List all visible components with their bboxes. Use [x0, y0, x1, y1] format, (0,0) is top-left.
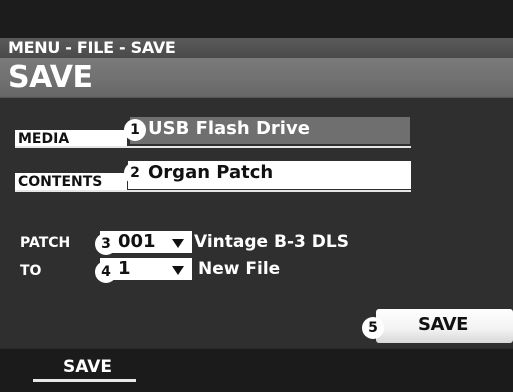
patch-name: Vintage B-3 DLS	[194, 232, 349, 252]
breadcrumb: MENU - FILE - SAVE	[0, 38, 513, 58]
title-bar: SAVE	[0, 58, 513, 98]
callout-3-badge: 3	[95, 233, 117, 255]
dropdown-arrow-icon	[172, 239, 184, 248]
callout-5-badge: 5	[362, 317, 384, 339]
contents-label: CONTENTS	[15, 173, 127, 191]
callout-2-badge: 2	[124, 162, 146, 184]
dropdown-arrow-icon	[172, 266, 184, 275]
patch-label: PATCH	[20, 235, 71, 251]
patch-number: 001	[118, 231, 156, 252]
save-button-label: SAVE	[418, 314, 468, 335]
contents-underline	[15, 190, 411, 192]
media-underline	[15, 146, 411, 148]
media-value: USB Flash Drive	[148, 118, 310, 139]
to-label: TO	[20, 263, 42, 279]
to-name: New File	[198, 259, 281, 279]
to-number: 1	[118, 258, 131, 279]
callout-4-badge: 4	[95, 261, 117, 283]
callout-1-badge: 1	[124, 119, 146, 141]
save-screen: MENU - FILE - SAVE SAVE MEDIA 1 USB Flas…	[0, 0, 513, 392]
tab-active-indicator	[33, 379, 136, 382]
top-bezel	[0, 0, 513, 38]
page-title: SAVE	[8, 60, 93, 95]
contents-value: Organ Patch	[148, 162, 274, 183]
